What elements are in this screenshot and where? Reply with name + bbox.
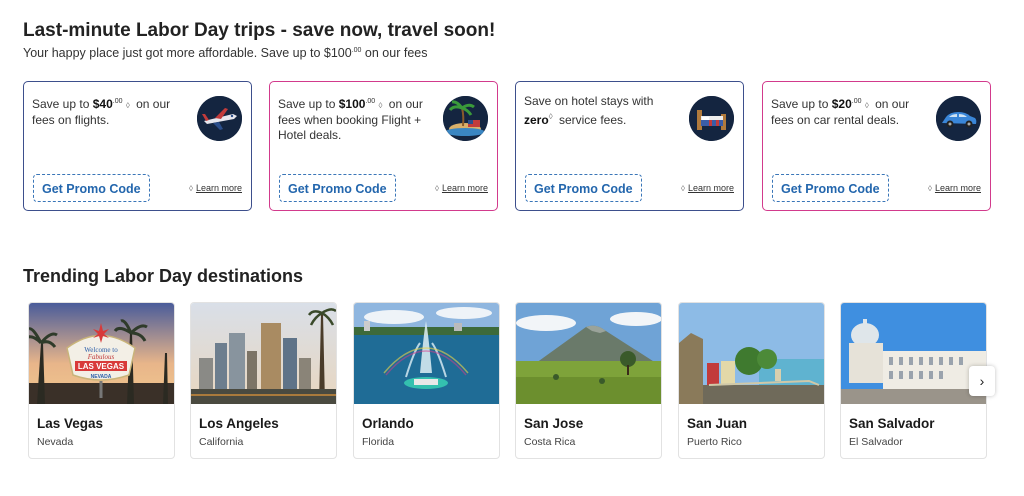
orlando-photo xyxy=(354,303,499,404)
promo-text-pre: Save up to xyxy=(278,97,339,111)
labor-day-deals-page: Last-minute Labor Day trips - save now, … xyxy=(0,0,1024,496)
get-promo-code-button[interactable]: Get Promo Code xyxy=(772,174,889,202)
disclaimer-mark: ◊ xyxy=(125,101,130,110)
learn-more-link[interactable]: ◊ Learn more xyxy=(928,183,981,193)
promo-amount-cents: .00 xyxy=(851,98,862,105)
get-promo-code-button[interactable]: Get Promo Code xyxy=(525,174,642,202)
airplane-icon xyxy=(197,96,242,141)
promo-amount: $20 xyxy=(831,97,852,111)
destination-region: Puerto Rico xyxy=(687,436,742,448)
destination-carousel: Welcome to Fabulous LAS VEGAS NEVADA Las… xyxy=(28,302,988,460)
disclaimer-mark: ◊ xyxy=(378,101,383,110)
promo-text: Save up to $20.00 ◊ on our fees on car r… xyxy=(771,94,931,128)
disclaimer-mark: ◊ xyxy=(928,184,932,193)
learn-more-link[interactable]: ◊ Learn more xyxy=(189,183,242,193)
promo-text-pre: Save on hotel stays with xyxy=(524,94,654,108)
sign-text-las-vegas: LAS VEGAS xyxy=(78,362,125,371)
destination-name: Orlando xyxy=(362,416,414,431)
bed-icon xyxy=(689,96,734,141)
promo-text-pre: Save up to xyxy=(771,97,832,111)
promo-text-post: service fees. xyxy=(555,113,627,127)
learn-more-label[interactable]: Learn more xyxy=(935,183,981,193)
promo-text: Save up to $40.00 ◊ on our fees on fligh… xyxy=(32,94,192,128)
destination-region: Costa Rica xyxy=(524,436,576,448)
disclaimer-mark: ◊ xyxy=(681,184,685,193)
destination-name: San Salvador xyxy=(849,416,935,431)
destination-card-san-salvador[interactable]: San Salvador El Salvador xyxy=(840,302,987,459)
learn-more-label[interactable]: Learn more xyxy=(442,183,488,193)
promo-amount-cents: .00 xyxy=(365,98,376,105)
promo-amount: zero xyxy=(524,113,549,127)
sign-text-fabulous: Fabulous xyxy=(87,353,115,361)
destination-region: California xyxy=(199,436,244,448)
san-salvador-photo xyxy=(841,303,986,404)
promo-amount-cents: .00 xyxy=(112,98,123,105)
promo-amount: $100 xyxy=(338,97,366,111)
learn-more-label[interactable]: Learn more xyxy=(196,183,242,193)
destination-region: Nevada xyxy=(37,436,74,448)
las-vegas-photo: Welcome to Fabulous LAS VEGAS NEVADA xyxy=(29,303,174,404)
san-jose-photo xyxy=(516,303,661,404)
destination-card-orlando[interactable]: Orlando Florida xyxy=(353,302,500,459)
destination-card-los-angeles[interactable]: Los Angeles California xyxy=(190,302,337,459)
disclaimer-mark: ◊ xyxy=(864,101,869,110)
destination-name: San Juan xyxy=(687,416,748,431)
destination-name: Las Vegas xyxy=(37,416,104,431)
disclaimer-mark: ◊ xyxy=(435,184,439,193)
learn-more-link[interactable]: ◊ Learn more xyxy=(681,183,734,193)
chevron-right-icon[interactable]: › xyxy=(969,366,995,396)
destination-card-san-juan[interactable]: San Juan Puerto Rico xyxy=(678,302,825,459)
promo-card-flight-hotel: Save up to $100.00 ◊ on our fees when bo… xyxy=(269,81,498,211)
promo-card-flights: Save up to $40.00 ◊ on our fees on fligh… xyxy=(23,81,252,211)
disclaimer-mark: ◊ xyxy=(189,184,193,193)
trending-title: Trending Labor Day destinations xyxy=(23,266,304,286)
disclaimer-mark: ◊ xyxy=(548,112,553,121)
promo-text: Save on hotel stays with zero◊ service f… xyxy=(524,94,684,128)
get-promo-code-button[interactable]: Get Promo Code xyxy=(33,174,150,202)
promo-text-pre: Save up to xyxy=(32,97,93,111)
car-icon xyxy=(936,96,981,141)
promo-card-hotel: Save on hotel stays with zero◊ service f… xyxy=(515,81,744,211)
destination-name: Los Angeles xyxy=(199,416,279,431)
learn-more-label[interactable]: Learn more xyxy=(688,183,734,193)
promo-card-car-rental: Save up to $20.00 ◊ on our fees on car r… xyxy=(762,81,991,211)
promo-text: Save up to $100.00 ◊ on our fees when bo… xyxy=(278,94,438,143)
destination-region: Florida xyxy=(362,436,395,448)
los-angeles-photo xyxy=(191,303,336,404)
promo-amount: $40 xyxy=(92,97,113,111)
destination-region: El Salvador xyxy=(849,436,903,448)
subtitle-text: Your happy place just got more affordabl… xyxy=(23,46,352,60)
page-subtitle: Your happy place just got more affordabl… xyxy=(23,46,427,60)
subtitle-cents: .00 xyxy=(351,47,362,54)
get-promo-code-button[interactable]: Get Promo Code xyxy=(279,174,396,202)
subtitle-text-end: on our fees xyxy=(361,46,428,60)
learn-more-link[interactable]: ◊ Learn more xyxy=(435,183,488,193)
destination-name: San Jose xyxy=(524,416,584,431)
page-title: Last-minute Labor Day trips - save now, … xyxy=(23,20,496,41)
destination-card-san-jose[interactable]: San Jose Costa Rica xyxy=(515,302,662,459)
island-icon xyxy=(443,96,488,141)
destination-card-las-vegas[interactable]: Welcome to Fabulous LAS VEGAS NEVADA Las… xyxy=(28,302,175,459)
promo-cards: Save up to $40.00 ◊ on our fees on fligh… xyxy=(23,81,991,211)
sign-text-nevada: NEVADA xyxy=(91,374,112,380)
san-juan-photo xyxy=(679,303,824,404)
